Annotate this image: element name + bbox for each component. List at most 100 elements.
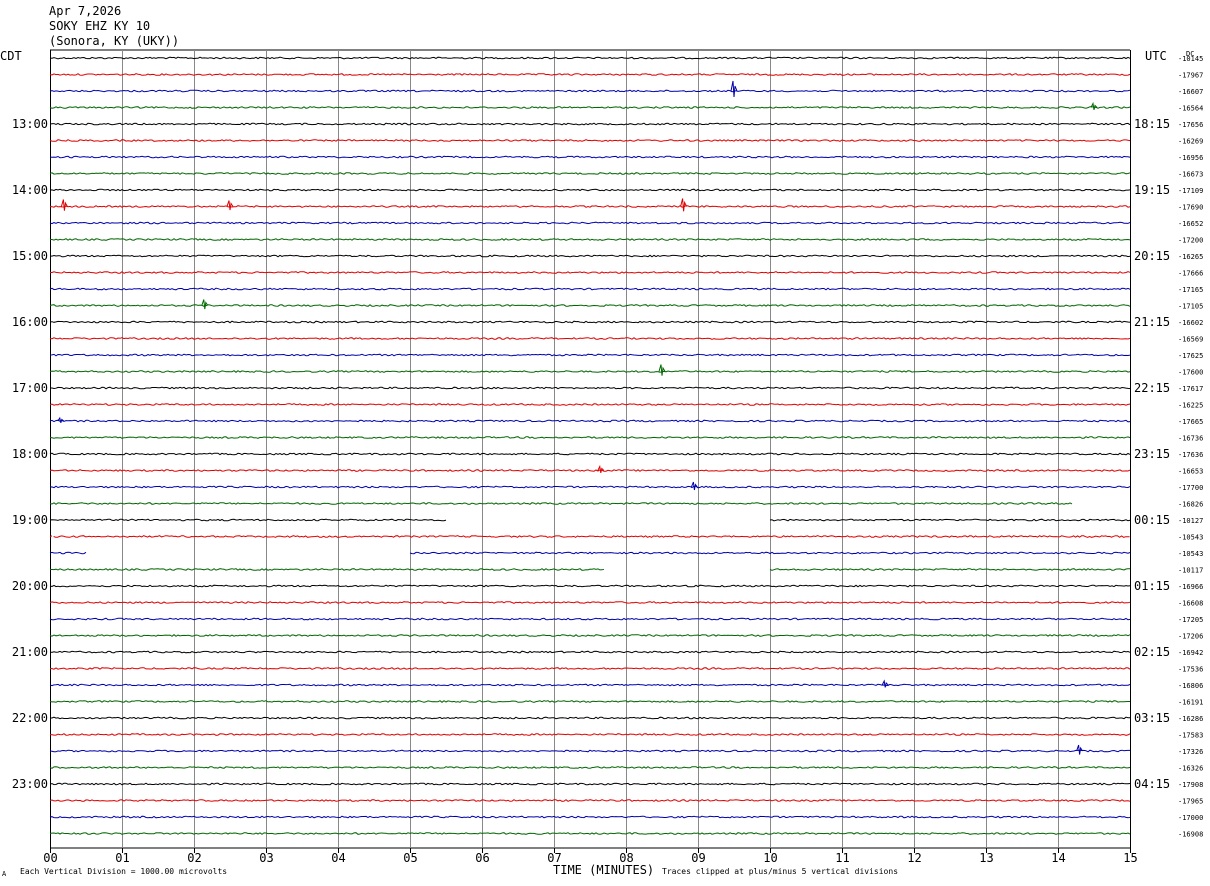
dc-offset-label: -16286 bbox=[1178, 715, 1203, 723]
seismic-event bbox=[597, 464, 605, 474]
left-time-label: 21:00 bbox=[12, 645, 48, 659]
dc-offset-label: -17617 bbox=[1178, 385, 1203, 393]
dc-offset-label: -10543 bbox=[1178, 550, 1203, 558]
x-tick-label: 05 bbox=[403, 851, 417, 865]
seismic-trace bbox=[49, 799, 1131, 802]
dc-offset-label: -16608 bbox=[1178, 600, 1203, 608]
dc-offset-label: -17600 bbox=[1178, 369, 1203, 377]
seismic-trace bbox=[49, 683, 1131, 687]
dc-offset-label: -17200 bbox=[1178, 237, 1203, 245]
seismic-trace bbox=[49, 782, 1131, 786]
dc-offset-label: -16602 bbox=[1178, 319, 1203, 327]
seismic-trace bbox=[49, 155, 1131, 159]
dc-offset-label: -16653 bbox=[1178, 468, 1203, 476]
seismic-trace bbox=[49, 584, 1131, 588]
seismic-event bbox=[690, 481, 698, 491]
seismic-trace bbox=[49, 733, 1131, 736]
seismic-event bbox=[881, 679, 889, 688]
dc-column-label: DC bbox=[1186, 50, 1194, 58]
dc-offset-label: -17665 bbox=[1178, 418, 1203, 426]
seismic-trace bbox=[50, 271, 1131, 274]
dc-offset-label: -16569 bbox=[1178, 336, 1203, 344]
seismic-trace bbox=[49, 419, 1131, 423]
seismic-trace bbox=[50, 238, 1131, 241]
seismic-trace bbox=[49, 89, 1131, 93]
seismic-trace bbox=[49, 749, 1130, 753]
dc-offset-label: -16225 bbox=[1178, 402, 1203, 410]
dc-offset-label: -17625 bbox=[1178, 352, 1203, 360]
seismic-trace bbox=[49, 122, 1131, 126]
seismic-trace bbox=[49, 205, 1131, 208]
seismic-trace bbox=[49, 254, 1131, 258]
seismic-event bbox=[1090, 101, 1098, 111]
left-time-label: 16:00 bbox=[12, 315, 48, 329]
dc-offset-label: -16564 bbox=[1178, 105, 1203, 113]
x-tick-label: 10 bbox=[763, 851, 777, 865]
seismic-trace bbox=[49, 766, 1131, 769]
seismic-event bbox=[60, 199, 68, 211]
seismic-event bbox=[1076, 744, 1084, 755]
x-tick-label: 04 bbox=[331, 851, 345, 865]
dc-offset-label: -16607 bbox=[1178, 88, 1203, 96]
right-time-label: 02:15 bbox=[1134, 645, 1170, 659]
right-time-label: 23:15 bbox=[1134, 447, 1170, 461]
dc-offset-label: -10543 bbox=[1178, 534, 1203, 542]
dc-offset-label: -16908 bbox=[1178, 831, 1203, 839]
x-tick-label: 13 bbox=[979, 851, 993, 865]
right-time-label: 18:15 bbox=[1134, 117, 1170, 131]
seismic-trace bbox=[49, 304, 1131, 307]
seismic-trace bbox=[49, 551, 1131, 555]
seismic-trace bbox=[50, 716, 1130, 720]
dc-offset-label: -10127 bbox=[1178, 517, 1203, 525]
dc-offset-label: -16191 bbox=[1178, 699, 1203, 707]
seismic-trace bbox=[49, 221, 1131, 225]
dc-offset-label: -17326 bbox=[1178, 748, 1203, 756]
dc-offset-label: -16966 bbox=[1178, 583, 1203, 591]
right-time-label: 01:15 bbox=[1134, 579, 1170, 593]
seismic-trace bbox=[49, 188, 1131, 192]
x-tick-label: 14 bbox=[1051, 851, 1065, 865]
dc-offset-label: -17636 bbox=[1178, 451, 1203, 459]
clip-note: Traces clipped at plus/minus 5 vertical … bbox=[662, 867, 899, 876]
x-tick-label: 01 bbox=[115, 851, 129, 865]
right-time-label: 22:15 bbox=[1134, 381, 1170, 395]
dc-offset-label: -16942 bbox=[1178, 649, 1203, 657]
left-time-label: 13:00 bbox=[12, 117, 48, 131]
x-tick-label: 02 bbox=[187, 851, 201, 865]
seismic-trace bbox=[49, 436, 1131, 439]
seismogram-plot: 00 01 02 03 04 05 06 07 08 09 10 11 12 13 14 15-10145-1… bbox=[12, 49, 1203, 865]
right-time-label: 03:15 bbox=[1134, 711, 1170, 725]
x-tick-label: 15 bbox=[1123, 851, 1137, 865]
dc-offset-label: -17700 bbox=[1178, 484, 1203, 492]
division-note: Each Vertical Division = 1000.00 microvo… bbox=[20, 867, 228, 876]
seismic-trace bbox=[49, 353, 1131, 357]
seismic-trace bbox=[49, 73, 1131, 76]
seismic-trace bbox=[49, 832, 1131, 835]
seismic-trace bbox=[49, 320, 1131, 324]
seismic-event bbox=[226, 200, 234, 211]
seismic-trace bbox=[49, 370, 1131, 373]
dc-offset-label: -17965 bbox=[1178, 798, 1203, 806]
seismic-trace bbox=[49, 518, 1131, 522]
seismic-trace bbox=[49, 469, 1131, 472]
seismic-trace bbox=[49, 106, 1131, 109]
footer-mark: A bbox=[2, 870, 7, 878]
seismic-event bbox=[730, 80, 738, 98]
left-time-label: 14:00 bbox=[12, 183, 48, 197]
left-time-label: 17:00 bbox=[12, 381, 48, 395]
right-time-label: 19:15 bbox=[1134, 183, 1170, 197]
seismic-trace bbox=[49, 403, 1131, 406]
dc-offset-label: -17967 bbox=[1178, 72, 1203, 80]
seismic-trace bbox=[49, 634, 1131, 637]
seismic-event bbox=[57, 416, 65, 423]
dc-offset-label: -16269 bbox=[1178, 138, 1203, 146]
seismic-trace bbox=[49, 667, 1131, 670]
dc-offset-label: -16673 bbox=[1178, 171, 1203, 179]
seismic-trace bbox=[49, 337, 1131, 340]
seismic-trace bbox=[49, 601, 1131, 604]
dc-offset-label: -17656 bbox=[1178, 121, 1203, 129]
seismic-event bbox=[680, 198, 688, 212]
seismic-trace bbox=[50, 568, 1130, 571]
dc-offset-label: -17109 bbox=[1178, 187, 1203, 195]
left-time-label: 20:00 bbox=[12, 579, 48, 593]
